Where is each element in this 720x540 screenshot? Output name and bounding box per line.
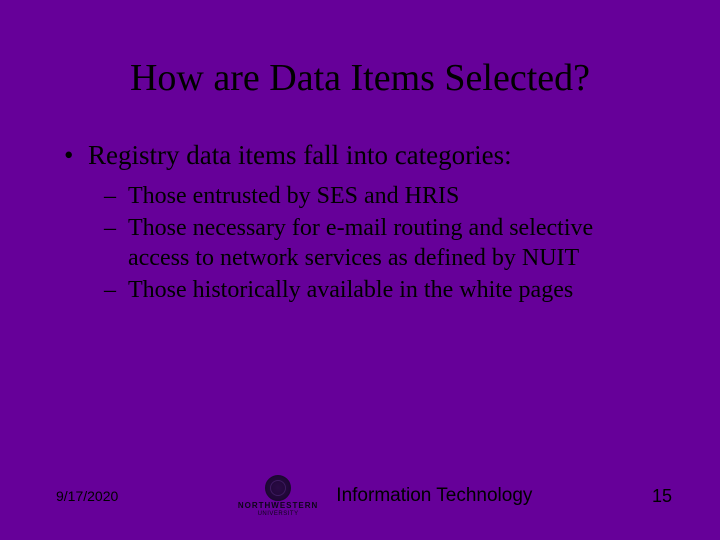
bullet-level1-text: Registry data items fall into categories… [88,140,660,171]
footer-center: NORTHWESTERN UNIVERSITY Information Tech… [238,475,533,517]
university-subtitle: UNIVERSITY [258,511,299,517]
bullet-level2: – Those entrusted by SES and HRIS [104,181,660,211]
bullet-dash-icon: – [104,181,128,211]
university-seal-icon [265,475,291,501]
slide-content: • Registry data items fall into categori… [0,110,720,305]
slide-footer: 9/17/2020 NORTHWESTERN UNIVERSITY Inform… [0,468,720,524]
footer-date: 9/17/2020 [56,488,118,504]
bullet-level2-text: Those historically available in the whit… [128,275,660,305]
bullet-level2-text: Those necessary for e-mail routing and s… [128,213,660,273]
bullet-dot-icon: • [60,140,88,171]
bullet-dash-icon: – [104,213,128,273]
footer-page-number: 15 [652,486,672,507]
footer-department: Information Technology [336,485,532,507]
slide: How are Data Items Selected? • Registry … [0,0,720,540]
bullet-level2: – Those historically available in the wh… [104,275,660,305]
sub-bullet-list: – Those entrusted by SES and HRIS – Thos… [60,181,660,305]
bullet-dash-icon: – [104,275,128,305]
bullet-level1: • Registry data items fall into categori… [60,140,660,171]
university-name: NORTHWESTERN [238,502,318,510]
bullet-level2-text: Those entrusted by SES and HRIS [128,181,660,211]
university-logo: NORTHWESTERN UNIVERSITY [238,475,318,517]
bullet-level2: – Those necessary for e-mail routing and… [104,213,660,273]
slide-title: How are Data Items Selected? [0,0,720,110]
